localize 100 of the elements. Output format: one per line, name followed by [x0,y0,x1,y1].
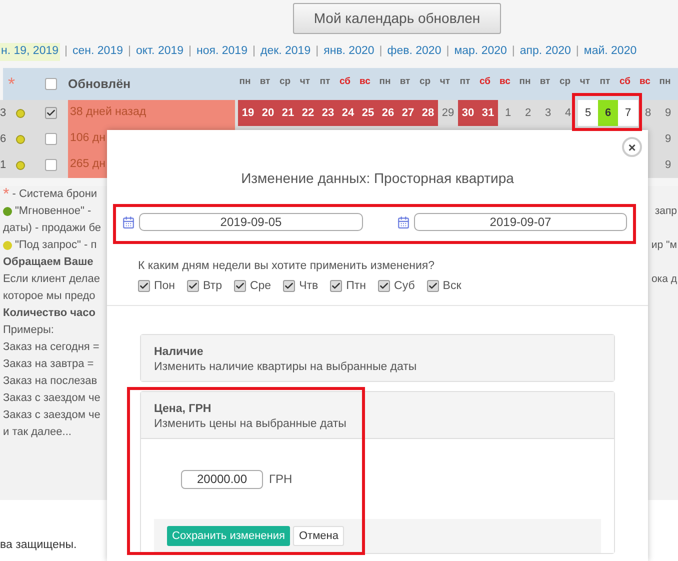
checkbox[interactable] [45,107,57,119]
weekday-option[interactable]: Птн [346,279,366,293]
month-link[interactable]: дек. 2019 [260,43,311,61]
calendar-icon [397,216,410,228]
asterisk-text: * [8,75,16,93]
weekday-label: пн [518,74,532,89]
note-text: - Система брони [12,187,98,202]
month-link[interactable]: сен. 2019 [72,43,123,61]
day-cell[interactable]: 9 [658,152,678,178]
weekday-option[interactable]: Вск [442,279,462,293]
day-cell[interactable]: 21 [278,100,298,126]
calendar-updated-button[interactable]: Мой календарь обновлен [292,3,502,34]
month-link[interactable]: н. 19, 2019 [0,43,60,61]
panel-header[interactable]: Цена, ГРН Изменить цены на выбранные даты [141,392,614,439]
month-link[interactable]: мар. 2020 [454,43,507,61]
day-cell[interactable]: 22 [298,100,318,126]
calendar-icon [122,216,135,228]
weekday-label: вс [358,74,372,89]
day-cell[interactable]: 5 [578,100,598,126]
day-cell[interactable]: 2 [518,100,538,126]
weekday-label: вт [258,74,272,89]
checkbox[interactable] [45,78,57,90]
note-text: которое мы предо [3,289,96,304]
separator: | [127,44,132,60]
day-cell[interactable]: 24 [338,100,358,126]
panel-title: Цена, ГРН [154,402,212,417]
weekday-label: пт [318,74,332,89]
date-field[interactable]: 2019-09-07 [414,213,627,231]
separator: | [378,44,384,60]
separator: | [510,44,516,60]
weekday-label: сб [478,74,492,89]
day-cell[interactable]: 9 [658,126,678,152]
separator: | [445,44,450,60]
month-link[interactable]: май. 2020 [584,43,637,61]
day-cell[interactable]: 4 [558,100,578,126]
note-text: Заказ на послезав [3,374,98,390]
separator: | [188,44,193,60]
checkbox[interactable] [187,280,200,292]
note-text: "Мгновенное" - [15,204,92,220]
day-cell[interactable]: 30 [458,100,478,126]
day-cell[interactable]: 28 [418,100,438,126]
day-cell[interactable]: 19 [238,100,258,126]
note-text: ока д [651,272,678,287]
weekday-option[interactable]: Пон [154,279,176,293]
highlight-frame [572,93,642,131]
price-field[interactable]: 20000.00 [181,470,263,488]
copyright-text: ва защищены. [0,539,77,551]
day-cell[interactable]: 31 [478,100,498,126]
weekday-label: пн [378,74,392,89]
day-cell[interactable]: 8 [638,100,658,126]
close-button[interactable]: × [622,137,642,157]
checkbox[interactable] [45,133,57,145]
day-cell[interactable]: 23 [318,100,338,126]
weekday-label: ср [278,74,292,89]
month-link[interactable]: ноя. 2019 [196,43,248,61]
month-link[interactable]: фев. 2020 [387,43,442,61]
checkbox[interactable] [283,280,296,292]
weekday-option[interactable]: Втр [203,279,222,293]
day-cell[interactable]: 9 [658,100,678,126]
month-link[interactable]: янв. 2020 [324,43,374,61]
checkbox[interactable] [378,280,390,292]
checkbox[interactable] [330,280,342,292]
weekday-label: сб [618,74,632,89]
note-text: Примеры: [3,323,54,338]
asterisk-text: * [3,186,10,202]
date-field[interactable]: 2019-09-05 [139,213,363,231]
weekday-label: вт [398,74,412,89]
checkbox[interactable] [45,159,57,171]
day-cell[interactable]: 3 [538,100,558,126]
weekday-option[interactable]: Суб [394,279,415,293]
save-button[interactable]: Сохранить изменения [167,526,290,546]
checkbox[interactable] [138,280,150,292]
month-link[interactable]: апр. 2020 [520,43,571,61]
day-cell[interactable]: 6 [598,100,618,126]
weekday-label: ср [418,74,432,89]
note-text: даты) - продажи бе [3,221,102,236]
note-text: Заказ с заездом че [3,391,100,406]
panel-header[interactable]: Наличие Изменить наличие квартиры на выбранные даты [141,335,614,381]
day-cell[interactable]: 29 [438,100,458,126]
note-text: Заказ на завтра = [3,357,94,372]
month-link[interactable]: окт. 2019 [136,43,184,61]
day-cell[interactable]: 25 [358,100,378,126]
day-cell[interactable]: 1 [498,100,518,126]
note-text: Количество часо [3,306,96,322]
panel-subtitle: Изменить цены на выбранные даты [154,417,348,432]
day-cell[interactable]: 26 [378,100,398,126]
day-cell[interactable]: 7 [618,100,638,126]
note-text: и так далее... [3,425,72,440]
day-cell[interactable]: 27 [398,100,418,126]
day-cell[interactable]: 20 [258,100,278,126]
weekday-label: чт [438,74,452,89]
cancel-button[interactable]: Отмена [292,526,344,546]
note-text: Если клиент делае [3,272,100,288]
weekday-label: вс [638,74,652,89]
checkbox[interactable] [426,280,439,292]
panel-subtitle: Изменить наличие квартиры на выбранные даты [154,360,418,375]
weekday-option[interactable]: Чтв [299,279,318,293]
weekday-question: К каким дням недели вы хотите применить изменения? [137,259,436,273]
weekday-option[interactable]: Сре [250,279,272,293]
checkbox[interactable] [234,280,246,292]
